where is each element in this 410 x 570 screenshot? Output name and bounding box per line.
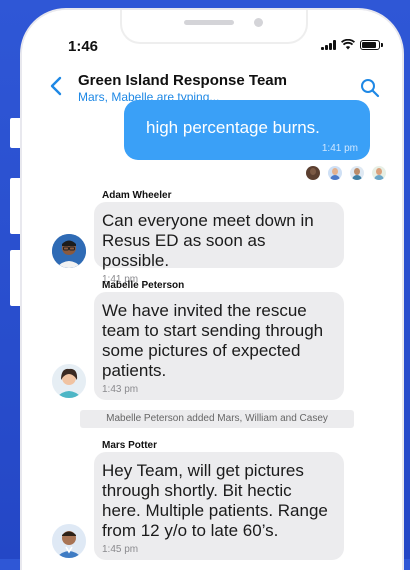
message-text: high percentage burns. <box>146 118 320 137</box>
message-text: Hey Team, will get pictures through shor… <box>102 461 328 540</box>
avatar[interactable] <box>52 524 86 558</box>
search-button[interactable] <box>360 78 380 103</box>
wifi-icon <box>341 39 355 50</box>
outgoing-message[interactable]: high percentage burns. 1:41 pm <box>124 100 370 160</box>
read-receipt-avatar <box>328 166 342 180</box>
sender-name: Mabelle Peterson <box>102 280 185 291</box>
incoming-message[interactable]: We have invited the rescue team to start… <box>94 292 344 400</box>
avatar[interactable] <box>52 364 86 398</box>
back-button[interactable] <box>50 74 62 100</box>
chat-title[interactable]: Green Island Response Team <box>78 72 287 89</box>
status-icons <box>321 39 383 50</box>
read-receipt-avatar <box>372 166 386 180</box>
status-time: 1:46 <box>68 38 99 55</box>
chevron-left-icon <box>50 76 62 96</box>
signal-icon <box>321 39 336 50</box>
message-list[interactable]: high percentage burns. 1:41 pm Adam Whee… <box>22 100 402 570</box>
avatar[interactable] <box>52 234 86 268</box>
phone-frame: 1:46 Green Island Response Team Mars, Ma… <box>22 10 402 570</box>
speaker <box>184 20 234 25</box>
message-text: Can everyone meet down in Resus ED as so… <box>102 211 314 270</box>
incoming-message[interactable]: Can everyone meet down in Resus ED as so… <box>94 202 344 285</box>
notch <box>120 10 308 44</box>
system-message: Mabelle Peterson added Mars, William and… <box>80 410 354 428</box>
sender-name: Mars Potter <box>102 440 158 451</box>
battery-icon <box>360 39 383 50</box>
message-time: 1:41 pm <box>321 143 358 154</box>
message-time: 1:43 pm <box>102 384 139 395</box>
camera <box>254 18 263 27</box>
search-icon <box>361 79 380 98</box>
read-receipts <box>306 166 386 180</box>
read-receipt-avatar <box>350 166 364 180</box>
incoming-message[interactable]: Hey Team, will get pictures through shor… <box>94 452 344 560</box>
message-text: We have invited the rescue team to start… <box>102 301 324 380</box>
message-time: 1:45 pm <box>102 544 139 555</box>
sender-name: Adam Wheeler <box>102 190 172 201</box>
read-receipt-avatar <box>306 166 320 180</box>
